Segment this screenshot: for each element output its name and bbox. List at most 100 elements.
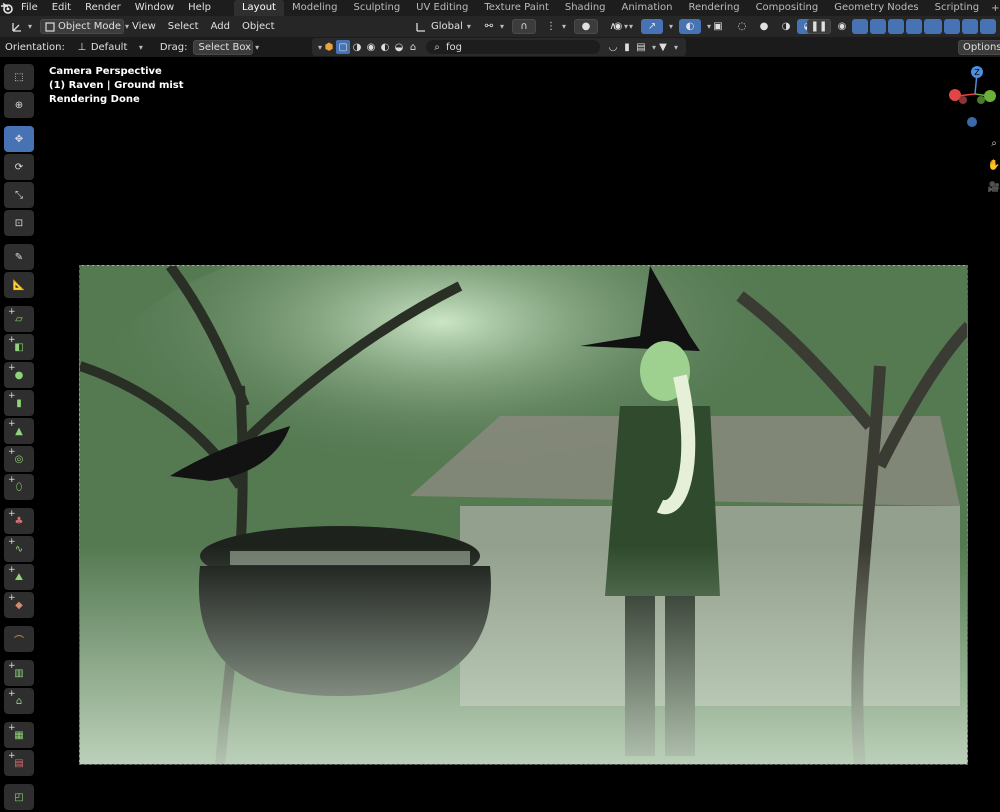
layer-toggle-7[interactable] — [944, 19, 960, 34]
tool-add-sphere[interactable]: + ● — [4, 362, 34, 388]
tab-texture-paint[interactable]: Texture Paint — [476, 0, 557, 16]
search-field[interactable]: ⌕ fog — [426, 40, 601, 54]
shading-material[interactable]: ◑ — [775, 19, 797, 34]
tool-add-rainbow[interactable]: ⌒ — [4, 626, 34, 652]
tool-transform[interactable]: ⊡ — [4, 210, 34, 236]
pause-render-button[interactable]: ❚❚ — [807, 19, 831, 34]
snap-toggle[interactable]: ∩ — [512, 19, 537, 34]
bookmark-icon[interactable]: ▮ — [620, 40, 634, 54]
hand-pan-icon[interactable]: ✋ — [988, 154, 1000, 176]
layer-toggle-3[interactable] — [888, 19, 904, 34]
editor-type-button[interactable]: ▾ — [6, 19, 36, 34]
menu-window[interactable]: Window — [128, 0, 181, 16]
layer-toggle-4[interactable] — [906, 19, 922, 34]
transform-orientation-select[interactable]: Global ▾ — [410, 19, 475, 34]
tool-add-plane[interactable]: + ▱ — [4, 306, 34, 332]
tab-animation[interactable]: Animation — [614, 0, 681, 16]
tab-compositing[interactable]: Compositing — [748, 0, 827, 16]
tool-add-building[interactable]: + ▦ — [4, 722, 34, 748]
visibility-button[interactable]: ◉ ▾ — [607, 19, 637, 34]
gizmo-toggle[interactable]: ↗ — [641, 19, 664, 34]
tool-add-landscape[interactable]: + ⛰ — [4, 564, 34, 590]
add-workspace-button[interactable]: + — [987, 3, 1000, 14]
layer-toggle-8[interactable] — [962, 19, 978, 34]
layer-toggle-9[interactable] — [980, 19, 996, 34]
layer-toggle-6[interactable] — [926, 19, 942, 34]
snap-target-button[interactable]: ⋮ ▾ — [540, 19, 570, 34]
menu-edit[interactable]: Edit — [45, 0, 78, 16]
menu-object[interactable]: Object — [236, 16, 281, 37]
tool-add-rock[interactable]: + ◆ — [4, 592, 34, 618]
tool-add-cone[interactable]: + ▲ — [4, 418, 34, 444]
options-button[interactable]: Options — [958, 39, 1000, 55]
link-icon: ⚯ — [484, 21, 494, 32]
tool-move[interactable]: ✥ — [4, 126, 34, 152]
navigation-gizmo[interactable]: Z — [945, 64, 1000, 130]
menu-view[interactable]: View — [126, 16, 162, 37]
viewport-info: Camera Perspective (1) Raven | Ground mi… — [49, 65, 184, 107]
drag-label: Drag: — [159, 41, 188, 53]
tool-cursor[interactable]: ⊕ — [4, 92, 34, 118]
xray-toggle[interactable]: ▣ — [707, 19, 729, 34]
layer-toggle-2[interactable] — [870, 19, 886, 34]
tab-scripting[interactable]: Scripting — [927, 0, 987, 16]
pivot-point-button[interactable]: ⚯ ▾ — [478, 19, 508, 34]
tool-add-capsule[interactable]: + ⬯ — [4, 474, 34, 500]
mode-select[interactable]: Object Mode ▾ — [40, 19, 129, 34]
chevron-down-icon[interactable]: ▾ — [674, 43, 678, 52]
overlay-toggle[interactable]: ◐ — [679, 19, 702, 34]
proportional-edit-toggle[interactable]: ● — [574, 19, 599, 34]
tool-add-tree[interactable]: + ♣ — [4, 508, 34, 534]
menu-file[interactable]: File — [14, 0, 45, 16]
camera-render-view[interactable] — [79, 265, 968, 765]
tool-add-fence[interactable]: + ▥ — [4, 660, 34, 686]
sphere-icon[interactable]: ◑ — [350, 40, 364, 54]
select-box-icon[interactable]: ▢ — [336, 40, 351, 54]
tool-select-box[interactable]: ⬚ — [4, 64, 34, 90]
shading-solid[interactable]: ● — [753, 19, 775, 34]
eye-icon[interactable]: ◉ — [835, 20, 849, 34]
tab-modeling[interactable]: Modeling — [284, 0, 346, 16]
menu-help[interactable]: Help — [181, 0, 218, 16]
shading-wireframe[interactable]: ◌ — [731, 19, 753, 34]
tool-add-curve[interactable]: + ∿ — [4, 536, 34, 562]
zoom-icon[interactable]: ⌕ — [988, 132, 1000, 154]
tool-add-torus[interactable]: + ◎ — [4, 446, 34, 472]
house-icon[interactable]: ⌂ — [406, 40, 420, 54]
tool-measure[interactable]: 📐 — [4, 272, 34, 298]
ground-mist-shape — [80, 546, 967, 764]
camera-icon[interactable]: 🎥 — [988, 176, 1000, 198]
menu-render[interactable]: Render — [78, 0, 128, 16]
new-collection-icon[interactable]: ▤ — [634, 40, 648, 54]
layer-toggle-1[interactable] — [852, 19, 868, 34]
filter-toggle-icon[interactable]: ◡ — [606, 40, 620, 54]
world-alt-icon[interactable]: ◒ — [392, 40, 406, 54]
drag-select[interactable]: Select Box ▾ — [193, 39, 259, 55]
menu-add[interactable]: Add — [205, 16, 236, 37]
workspace-tabs: Layout Modeling Sculpting UV Editing Tex… — [233, 0, 1000, 16]
cube-icon: ⬢ — [324, 41, 334, 53]
tool-add-furniture[interactable]: + ▤ — [4, 750, 34, 776]
tool-add-cylinder[interactable]: + ▮ — [4, 390, 34, 416]
tool-annotate[interactable]: ✎ — [4, 244, 34, 270]
tool-rotate[interactable]: ⟳ — [4, 154, 34, 180]
tool-add-object[interactable]: ◰ — [4, 784, 34, 810]
tab-sculpting[interactable]: Sculpting — [345, 0, 408, 16]
tab-layout[interactable]: Layout — [233, 0, 284, 16]
blender-logo-icon[interactable] — [0, 0, 14, 16]
tab-uv-editing[interactable]: UV Editing — [408, 0, 476, 16]
cube-outline-icon: ◰ — [14, 791, 24, 803]
menu-select[interactable]: Select — [162, 16, 205, 37]
tool-add-house[interactable]: + ⌂ — [4, 688, 34, 714]
tab-rendering[interactable]: Rendering — [680, 0, 747, 16]
tab-geometry-nodes[interactable]: Geometry Nodes — [826, 0, 926, 16]
tool-scale[interactable]: ⤡ — [4, 182, 34, 208]
filter-icon[interactable]: ▼ — [656, 40, 670, 54]
neg-z-axis-icon — [967, 117, 977, 127]
world-icon[interactable]: ◐ — [378, 40, 392, 54]
wireframe-sphere-icon: ◌ — [737, 21, 747, 32]
orientation-select[interactable]: ⊥ Default ▾ — [71, 40, 147, 55]
tool-add-cube[interactable]: + ◧ — [4, 334, 34, 360]
tab-shading[interactable]: Shading — [557, 0, 614, 16]
light-icon[interactable]: ◉ — [364, 40, 378, 54]
